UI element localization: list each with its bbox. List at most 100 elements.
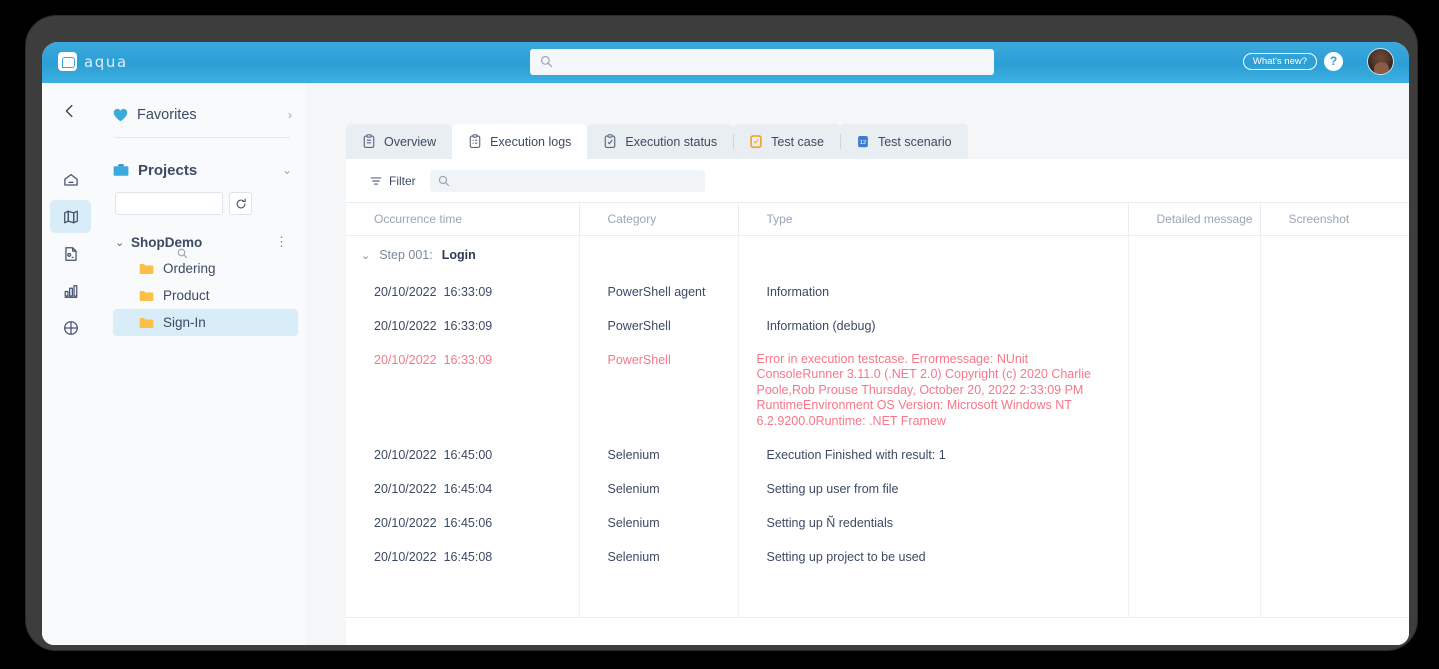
folder-icon — [139, 263, 154, 275]
cell-category: Selenium — [579, 541, 738, 575]
table-row[interactable]: 20/10/202216:45:06 Selenium Setting up Ñ… — [346, 507, 1409, 541]
cell-detailed-message — [1128, 276, 1260, 310]
cell-screenshot — [1260, 507, 1409, 541]
app-screen: aqua What's new? ? — [42, 42, 1409, 645]
column-header-category[interactable]: Category — [579, 203, 738, 236]
folder-icon — [139, 290, 154, 302]
twisty-icon[interactable]: ⌄ — [361, 249, 370, 262]
refresh-icon — [235, 198, 247, 210]
filter-search-wrap — [430, 170, 705, 192]
group-cell-category — [579, 236, 738, 276]
tree-item-label: Ordering — [163, 261, 216, 276]
filter-label: Filter — [389, 174, 416, 188]
cell-detailed-message — [1128, 439, 1260, 473]
document-icon — [62, 245, 80, 263]
clipboard-check-icon — [603, 134, 617, 149]
tab-test-case[interactable]: Test case — [733, 124, 840, 159]
table-row[interactable]: 20/10/202216:45:04 Selenium Setting up u… — [346, 473, 1409, 507]
cell-screenshot — [1260, 344, 1409, 440]
kebab-menu-icon[interactable]: ⋮ — [275, 234, 292, 250]
table-row[interactable]: 20/10/202216:45:08 Selenium Setting up p… — [346, 541, 1409, 575]
cell-type: Information — [738, 276, 1128, 310]
rail-item-home[interactable] — [50, 163, 91, 196]
column-header-detailed-message[interactable]: Detailed message — [1128, 203, 1260, 236]
table-row[interactable]: 20/10/202216:33:09 PowerShell agent Info… — [346, 276, 1409, 310]
twisty-icon[interactable]: ⌄ — [115, 236, 131, 249]
icon-rail — [42, 83, 99, 645]
chevron-right-icon: › — [288, 108, 292, 122]
cell-category: Selenium — [579, 473, 738, 507]
cell-type: Setting up project to be used — [738, 541, 1128, 575]
tree-item-label: Product — [163, 288, 210, 303]
table-row-error[interactable]: 20/10/202216:33:09 PowerShell Error in e… — [346, 344, 1409, 440]
sidebar-item-projects[interactable]: Projects ⌄ — [113, 150, 292, 190]
cell-type: Setting up user from file — [738, 473, 1128, 507]
projects-sidebar: Favorites › Projects ⌄ ⌄ — [99, 83, 306, 645]
projects-label: Projects — [138, 162, 282, 179]
group-row-step-001[interactable]: ⌄ Step 001: Login — [346, 236, 1409, 276]
chevron-left-icon[interactable] — [61, 102, 79, 120]
cell-screenshot — [1260, 276, 1409, 310]
tab-test-scenario[interactable]: 12 Test scenario — [840, 124, 968, 159]
sidebar-item-favorites[interactable]: Favorites › — [113, 95, 292, 135]
execution-logs-table: Occurrence time Category Type Detailed m… — [346, 202, 1409, 617]
cell-detailed-message — [1128, 541, 1260, 575]
table-row[interactable]: 20/10/202216:33:09 PowerShell Informatio… — [346, 310, 1409, 344]
project-search-input[interactable] — [115, 192, 223, 215]
cell-occurrence-time: 20/10/202216:33:09 — [346, 310, 579, 344]
tree-item-sign-in[interactable]: Sign-In — [113, 309, 298, 336]
tree-root-label: ShopDemo — [131, 235, 275, 250]
tab-execution-status[interactable]: Execution status — [587, 124, 733, 159]
group-cell-type — [738, 236, 1128, 276]
tree-item-ordering[interactable]: Ordering — [113, 255, 298, 282]
cell-occurrence-time: 20/10/202216:33:09 — [346, 276, 579, 310]
logs-panel: Filter Occurrence time Category — [346, 159, 1409, 645]
app-logo[interactable]: aqua — [58, 52, 128, 71]
cell-occurrence-time: 20/10/202216:33:09 — [346, 344, 579, 440]
tab-label: Test scenario — [878, 135, 952, 149]
cell-category: Selenium — [579, 439, 738, 473]
help-icon[interactable]: ? — [1324, 52, 1343, 71]
tree-root-shopdemo[interactable]: ⌄ ShopDemo ⋮ — [113, 229, 292, 255]
table-row[interactable]: 20/10/202216:45:00 Selenium Execution Fi… — [346, 439, 1409, 473]
filter-button[interactable]: Filter — [370, 174, 416, 188]
avatar[interactable] — [1367, 48, 1394, 75]
chevron-down-icon: ⌄ — [282, 163, 292, 177]
cell-detailed-message — [1128, 507, 1260, 541]
rail-item-chart[interactable] — [50, 274, 91, 307]
global-search-input[interactable] — [530, 49, 994, 75]
group-cell-detailed — [1128, 236, 1260, 276]
cell-type: Information (debug) — [738, 310, 1128, 344]
table-filler-row — [346, 575, 1409, 617]
whats-new-button[interactable]: What's new? — [1243, 53, 1317, 70]
cell-occurrence-time: 20/10/202216:45:06 — [346, 507, 579, 541]
filler-cell — [738, 575, 1128, 617]
cell-detailed-message — [1128, 473, 1260, 507]
column-header-screenshot[interactable]: Screenshot — [1260, 203, 1409, 236]
tab-divider — [733, 134, 734, 149]
cell-category: PowerShell — [579, 310, 738, 344]
tab-overview[interactable]: Overview — [346, 124, 452, 159]
tree-item-product[interactable]: Product — [113, 282, 298, 309]
test-case-icon — [749, 134, 763, 149]
tab-label: Overview — [384, 135, 436, 149]
filter-search-input[interactable] — [430, 170, 705, 192]
favorites-label: Favorites — [137, 107, 288, 123]
column-header-occurrence-time[interactable]: Occurrence time — [346, 203, 579, 236]
rail-item-grid[interactable] — [50, 311, 91, 344]
filter-toolbar: Filter — [346, 159, 1409, 202]
logs-table-wrap: Occurrence time Category Type Detailed m… — [346, 202, 1409, 618]
project-search-row — [113, 192, 292, 215]
cell-occurrence-time: 20/10/202216:45:08 — [346, 541, 579, 575]
tab-label: Execution status — [625, 135, 717, 149]
tab-bar: Overview Execution logs Execut — [346, 124, 968, 159]
cell-category: PowerShell — [579, 344, 738, 440]
tab-execution-logs[interactable]: Execution logs — [452, 124, 587, 159]
refresh-button[interactable] — [229, 192, 252, 215]
group-name: Login — [442, 248, 476, 262]
rail-item-map[interactable] — [50, 200, 91, 233]
rail-item-document[interactable] — [50, 237, 91, 270]
tree-item-label: Sign-In — [163, 315, 206, 330]
column-header-type[interactable]: Type — [738, 203, 1128, 236]
cell-type: Execution Finished with result: 1 — [738, 439, 1128, 473]
